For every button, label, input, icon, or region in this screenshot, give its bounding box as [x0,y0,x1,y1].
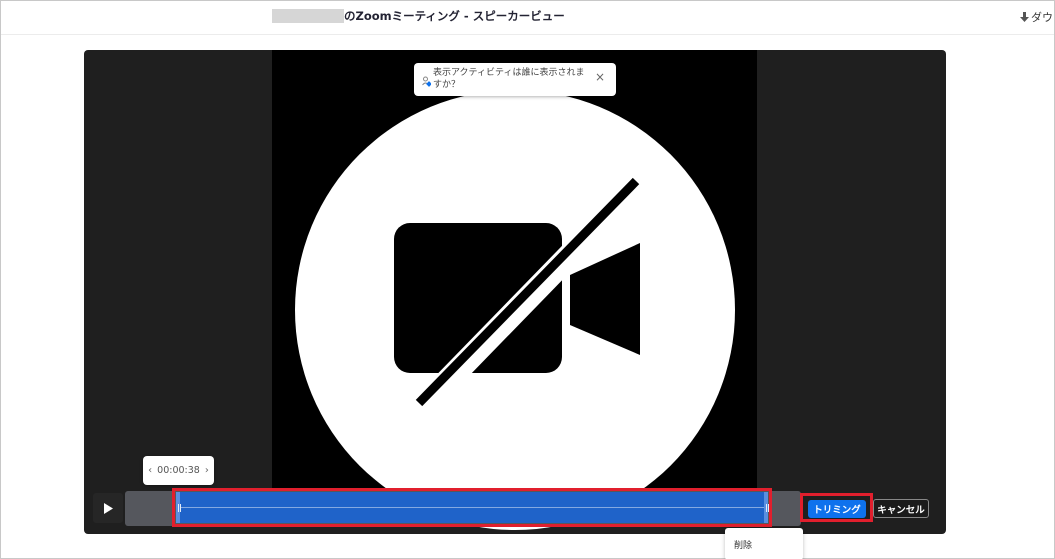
play-button[interactable] [93,493,123,523]
chevron-left-icon[interactable]: ‹ [148,465,152,476]
page-title: のZoomミーティング - スピーカービュー [344,9,565,23]
video-player: 表示アクティビティは誰に表示されますか？ × ‹ 00:00:38 › トリミン… [84,50,946,534]
play-icon [103,499,113,518]
context-menu: 削除 [725,528,803,559]
trim-selection[interactable] [176,492,768,523]
tooltip-text: 表示アクティビティは誰に表示されますか？ [433,68,585,90]
menu-item-delete[interactable]: 削除 [734,538,752,551]
video-camera-off-icon [384,175,654,419]
time-display: 00:00:38 [157,465,200,476]
visibility-tooltip: 表示アクティビティは誰に表示されますか？ × [414,63,616,96]
page-header: のZoomミーティング - スピーカービュー ダウ [1,1,1054,35]
trim-handle-start[interactable] [176,492,180,523]
trim-handle-end[interactable] [764,492,768,523]
redacted-name [272,9,344,23]
waveform-line [176,507,768,508]
time-popup: ‹ 00:00:38 › [143,456,214,485]
chevron-right-icon[interactable]: › [205,465,209,476]
trim-button[interactable]: トリミング [808,500,866,518]
cancel-button[interactable]: キャンセル [873,499,929,518]
download-label: ダウ [1031,11,1053,24]
people-icon [422,72,432,91]
download-icon [1020,11,1029,23]
close-icon[interactable]: × [595,71,605,83]
download-button[interactable]: ダウ [1020,9,1053,25]
